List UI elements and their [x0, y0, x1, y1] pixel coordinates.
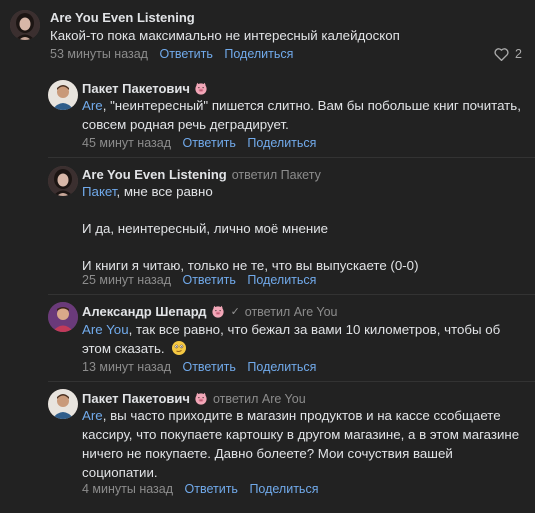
- mention-link[interactable]: Are: [82, 98, 103, 113]
- timestamp[interactable]: 25 минут назад: [82, 273, 171, 287]
- author-name[interactable]: Are You Even Listening: [82, 167, 227, 182]
- comment-text: Are You, так все равно, что бежал за вам…: [82, 320, 522, 358]
- comment-text: Пакет, мне все равно И да, неинтересный,…: [82, 182, 522, 275]
- divider: [48, 381, 535, 382]
- replied-to[interactable]: ответил Пакету: [232, 168, 321, 182]
- avatar[interactable]: [48, 80, 78, 110]
- comment-text-line: , мне все равно: [116, 184, 213, 199]
- like-count: 2: [515, 47, 522, 61]
- comment-text-body: , так все равно, что бежал за вами 10 ки…: [82, 322, 501, 356]
- divider: [48, 294, 535, 295]
- comment-meta: 53 минуты назад Ответить Поделиться: [50, 47, 293, 61]
- comment-text-body: Какой-то пока максимально не интересный …: [50, 28, 400, 43]
- comment-text: Какой-то пока максимально не интересный …: [50, 26, 510, 45]
- replied-to[interactable]: ответил Are You: [213, 392, 306, 406]
- mention-link[interactable]: Are: [82, 408, 103, 423]
- author-name[interactable]: Пакет Пакетович: [82, 391, 190, 406]
- reply-button[interactable]: Ответить: [182, 360, 235, 374]
- divider: [48, 157, 535, 158]
- comment-text: Are, вы часто приходите в магазин продук…: [82, 406, 522, 482]
- share-button[interactable]: Поделиться: [249, 482, 318, 496]
- avatar[interactable]: [48, 166, 78, 196]
- reply-button[interactable]: Ответить: [182, 136, 235, 150]
- reply-button[interactable]: Ответить: [182, 273, 235, 287]
- mention-link[interactable]: Пакет: [82, 184, 117, 199]
- avatar[interactable]: [48, 389, 78, 419]
- heart-icon: [494, 47, 509, 61]
- share-button[interactable]: Поделиться: [224, 47, 293, 61]
- pig-icon: [194, 82, 208, 95]
- comment-meta: 13 минут назад Ответить Поделиться: [82, 360, 316, 374]
- reply-button[interactable]: Ответить: [185, 482, 238, 496]
- replied-to[interactable]: ответил Are You: [245, 305, 338, 319]
- author-name[interactable]: Are You Even Listening: [50, 10, 195, 25]
- timestamp[interactable]: 53 минуты назад: [50, 47, 148, 61]
- comment-meta: 45 минут назад Ответить Поделиться: [82, 136, 316, 150]
- comment-meta: 25 минут назад Ответить Поделиться: [82, 273, 316, 287]
- like-button[interactable]: 2: [494, 47, 522, 61]
- mention-link[interactable]: Are You: [82, 322, 129, 337]
- pig-icon: [194, 392, 208, 405]
- author-name[interactable]: Александр Шепард: [82, 304, 207, 319]
- share-button[interactable]: Поделиться: [247, 273, 316, 287]
- comment-meta: 4 минуты назад Ответить Поделиться: [82, 482, 318, 496]
- comment-text: Are, "неинтересный" пишется слитно. Вам …: [82, 96, 522, 134]
- share-button[interactable]: Поделиться: [247, 136, 316, 150]
- timestamp[interactable]: 45 минут назад: [82, 136, 171, 150]
- timestamp[interactable]: 13 минут назад: [82, 360, 171, 374]
- reply-button[interactable]: Ответить: [159, 47, 212, 61]
- timestamp[interactable]: 4 минуты назад: [82, 482, 173, 496]
- check-icon: ✓: [230, 306, 240, 318]
- avatar[interactable]: [48, 302, 78, 332]
- comment-text-body: , вы часто приходите в магазин продуктов…: [82, 408, 520, 480]
- smiley-emoji-icon: [172, 341, 187, 355]
- comment-text-line: И да, неинтересный, лично моё мнение: [82, 221, 329, 236]
- pig-icon: [211, 305, 225, 318]
- author-name[interactable]: Пакет Пакетович: [82, 81, 190, 96]
- avatar[interactable]: [10, 10, 40, 40]
- share-button[interactable]: Поделиться: [247, 360, 316, 374]
- comment-text-body: , "неинтересный" пишется слитно. Вам бы …: [82, 98, 521, 132]
